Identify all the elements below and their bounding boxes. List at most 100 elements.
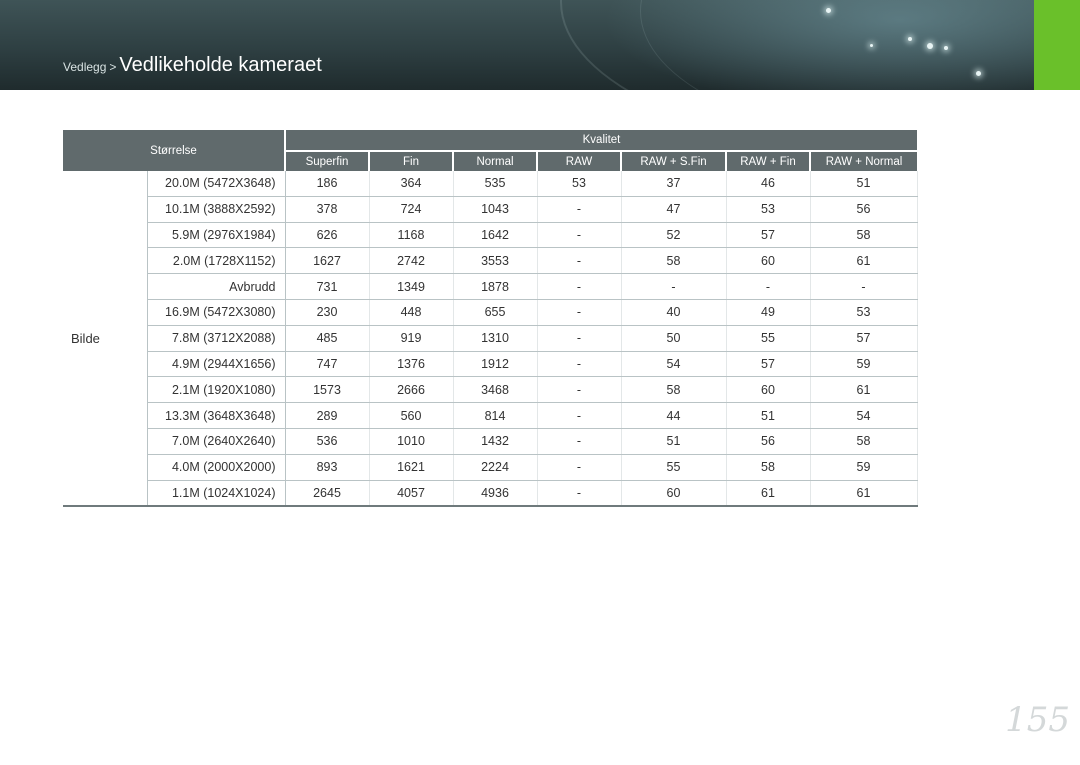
table-row: 4.9M (2944X1656) 747 1376 1912-54 57 59: [63, 351, 918, 378]
resolution-cell: 20.0M (5472X3648): [147, 171, 286, 197]
capacity-value-cell: 59: [810, 351, 918, 378]
capacity-value-cell: -: [537, 222, 622, 249]
capacity-value-cell: 60: [726, 247, 811, 275]
capacity-value-cell: 536: [285, 428, 370, 455]
capacity-value-cell: 2224: [453, 454, 538, 481]
capacity-value-cell: 55: [621, 454, 727, 481]
capacity-value-cell: 186: [285, 171, 370, 197]
capacity-value-cell: 535: [453, 171, 538, 197]
capacity-value-cell: 58: [726, 454, 811, 481]
capacity-value-cell: 724: [369, 196, 454, 223]
page-number: 155: [1005, 700, 1070, 740]
resolution-cell: 5.9M (2976X1984): [147, 222, 286, 249]
table-row: 7.0M (2640X2640) 536 1010 1432-51 56 58: [63, 428, 918, 455]
breadcrumb: Vedlegg > Vedlikeholde kameraet: [63, 54, 322, 77]
resolution-cell: 2.1M (1920X1080): [147, 376, 286, 404]
table-row: 13.3M (3648X3648) 289 560 814-44 51 54: [63, 402, 918, 429]
capacity-value-cell: -: [726, 273, 811, 300]
capacity-value-cell: 53: [726, 196, 811, 223]
capacity-value-cell: 61: [810, 376, 918, 404]
resolution-cell: 4.0M (2000X2000): [147, 454, 286, 481]
capacity-value-cell: -: [537, 325, 622, 352]
capacity-value-cell: 378: [285, 196, 370, 223]
breadcrumb-parent[interactable]: Vedlegg: [63, 60, 106, 74]
capacity-value-cell: -: [537, 402, 622, 429]
capacity-value-cell: 1642: [453, 222, 538, 249]
capacity-value-cell: -: [537, 247, 622, 275]
chapter-tab[interactable]: [1034, 0, 1080, 90]
capacity-value-cell: -: [810, 273, 918, 300]
capacity-value-cell: 1376: [369, 351, 454, 378]
table-row: 10.1M (3888X2592) 378 724 1043-47 53 56: [63, 196, 918, 223]
capacity-value-cell: 2645: [285, 480, 370, 508]
capacity-value-cell: 59: [810, 454, 918, 481]
quality-subheader: RAW + Normal: [810, 151, 917, 171]
quality-capacity-table: Størrelse Kvalitet Superfin Fin Normal RAW R…: [63, 130, 918, 508]
capacity-value-cell: 54: [810, 402, 918, 429]
capacity-value-cell: 448: [369, 299, 454, 326]
capacity-value-cell: 58: [810, 428, 918, 455]
capacity-value-cell: 53: [537, 171, 622, 197]
decorative-arc: [640, 0, 1034, 90]
capacity-value-cell: 485: [285, 325, 370, 352]
table-row: Bilde 20.0M (5472X3648) 186 364 535 53 37 46 51: [63, 171, 918, 508]
capacity-value-cell: 893: [285, 454, 370, 481]
capacity-value-cell: 46: [726, 171, 811, 197]
table-row: 7.8M (3712X2088) 485 919 1310-50 55 57: [63, 325, 918, 352]
capacity-value-cell: 55: [726, 325, 811, 352]
resolution-cell: 7.8M (3712X2088): [147, 325, 286, 352]
capacity-value-cell: 1168: [369, 222, 454, 249]
resolution-cell: Avbrudd: [147, 273, 286, 300]
capacity-value-cell: -: [537, 454, 622, 481]
quality-subheader: Superfin: [285, 151, 370, 171]
capacity-value-cell: -: [621, 273, 727, 300]
capacity-value-cell: 56: [810, 196, 918, 223]
capacity-value-cell: 61: [810, 480, 918, 508]
capacity-value-cell: 2742: [369, 247, 454, 275]
capacity-value-cell: 814: [453, 402, 538, 429]
capacity-value-cell: 56: [726, 428, 811, 455]
capacity-value-cell: -: [537, 273, 622, 300]
capacity-value-cell: 747: [285, 351, 370, 378]
sparkle-icon: [908, 37, 912, 41]
capacity-value-cell: 1627: [285, 247, 370, 275]
capacity-value-cell: 49: [726, 299, 811, 326]
capacity-value-cell: 289: [285, 402, 370, 429]
resolution-cell: 2.0M (1728X1152): [147, 247, 286, 275]
capacity-value-cell: 60: [621, 480, 727, 508]
capacity-value-cell: -: [537, 299, 622, 326]
resolution-cell: 1.1M (1024X1024): [147, 480, 286, 508]
capacity-value-cell: -: [537, 480, 622, 508]
capacity-value-cell: 57: [810, 325, 918, 352]
quality-subheader: Fin: [369, 151, 454, 171]
page-title: Vedlikeholde kameraet: [119, 54, 322, 76]
resolution-cell: 13.3M (3648X3648): [147, 402, 286, 429]
capacity-value-cell: 626: [285, 222, 370, 249]
sparkle-icon: [826, 8, 831, 13]
capacity-value-cell: 2666: [369, 376, 454, 404]
sparkle-icon: [976, 71, 981, 76]
capacity-value-cell: 51: [726, 402, 811, 429]
quality-subheader: RAW + S.Fin: [621, 151, 727, 171]
capacity-value-cell: 364: [369, 171, 454, 197]
capacity-value-cell: 3553: [453, 247, 538, 275]
category-label: Bilde: [63, 171, 148, 508]
capacity-value-cell: 655: [453, 299, 538, 326]
quality-column-header: Kvalitet: [285, 130, 917, 153]
capacity-value-cell: 1349: [369, 273, 454, 300]
sparkle-icon: [944, 46, 948, 50]
capacity-value-cell: 58: [621, 376, 727, 404]
capacity-value-cell: 54: [621, 351, 727, 378]
capacity-value-cell: 230: [285, 299, 370, 326]
capacity-value-cell: -: [537, 196, 622, 223]
capacity-value-cell: 560: [369, 402, 454, 429]
capacity-value-cell: 1573: [285, 376, 370, 404]
resolution-cell: 10.1M (3888X2592): [147, 196, 286, 223]
capacity-value-cell: 58: [621, 247, 727, 275]
capacity-value-cell: 60: [726, 376, 811, 404]
capacity-value-cell: 37: [621, 171, 727, 197]
table-row: 2.0M (1728X1152) 1627 2742 3553-58 60 61: [63, 247, 918, 275]
capacity-value-cell: 1878: [453, 273, 538, 300]
capacity-value-cell: 3468: [453, 376, 538, 404]
table-row: 2.1M (1920X1080) 1573 2666 3468-58 60 61: [63, 376, 918, 404]
